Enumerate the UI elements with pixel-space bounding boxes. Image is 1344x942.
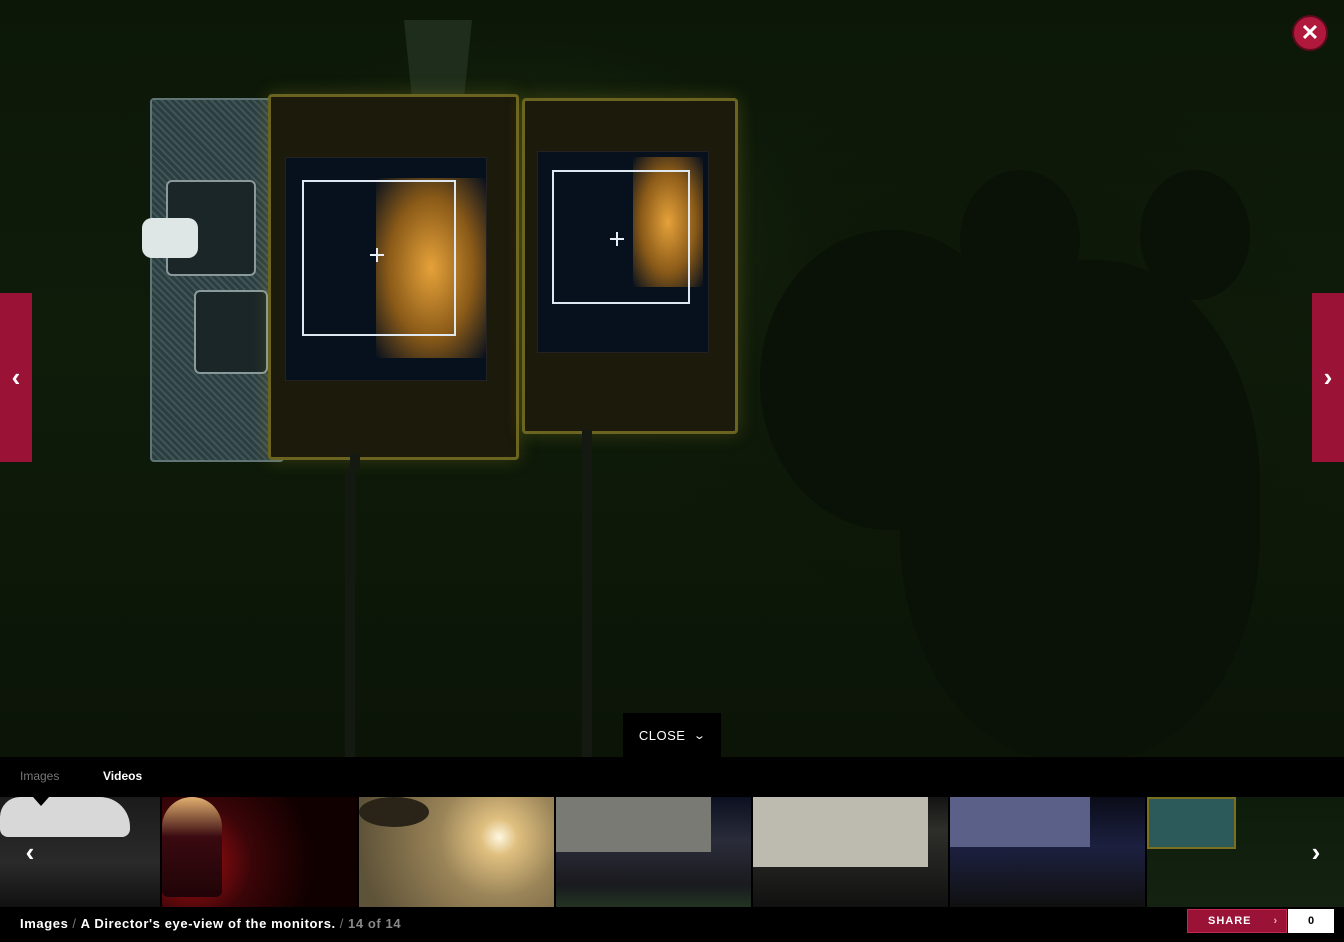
rig-knob xyxy=(142,218,198,258)
monitor-screen xyxy=(537,151,709,353)
breadcrumb-separator: / xyxy=(72,916,77,931)
monitor-stand xyxy=(582,430,592,757)
thumbnail-mansion xyxy=(950,797,1090,847)
previous-image-button[interactable]: ‹ xyxy=(0,293,32,462)
breadcrumb-separator: / xyxy=(339,916,344,931)
breadcrumb: Images / A Director's eye-view of the moni… xyxy=(20,916,401,931)
image-caption: A Director's eye-view of the monitors. xyxy=(80,916,336,931)
monitor-right xyxy=(522,98,738,434)
chevron-left-icon: ‹ xyxy=(25,836,35,867)
monitor-rig xyxy=(142,90,745,470)
rig-plate xyxy=(194,290,268,374)
thumbnails-next-button[interactable]: › xyxy=(1296,797,1336,907)
next-image-button[interactable]: › xyxy=(1312,293,1344,462)
monitor-stand xyxy=(345,470,355,757)
gallery-main-image xyxy=(0,0,1344,757)
crosshair xyxy=(610,232,624,246)
share-label: SHARE xyxy=(1208,915,1252,927)
close-x-icon: ✕ xyxy=(1300,20,1320,45)
thumbnails-previous-button[interactable]: ‹ xyxy=(10,797,50,907)
share-count: 0 xyxy=(1288,909,1334,933)
chevron-right-icon: › xyxy=(1311,836,1321,867)
background-figure xyxy=(900,260,1260,757)
thumbnail-mansion xyxy=(556,797,711,852)
thumbnail-monitors xyxy=(1147,797,1236,849)
monitor-left xyxy=(268,94,519,460)
close-gallery-button[interactable]: ✕ xyxy=(1292,15,1328,51)
thumbnail[interactable] xyxy=(162,797,357,907)
thumbnail-mansion xyxy=(753,797,928,867)
chevron-down-icon: ⌄ xyxy=(693,729,708,742)
chevron-left-icon: ‹ xyxy=(11,362,21,392)
monitor-screen xyxy=(285,157,487,381)
chevron-right-icon: › xyxy=(1323,362,1333,392)
rig-case xyxy=(142,98,284,462)
thumbnail[interactable] xyxy=(950,797,1145,907)
background-figure xyxy=(1140,170,1250,300)
thumbnail-helicopter xyxy=(359,797,429,827)
thumbnail[interactable] xyxy=(359,797,554,907)
coffee-cup xyxy=(404,20,472,100)
tab-images[interactable]: Images xyxy=(20,769,59,783)
caption-bar: Images / A Director's eye-view of the moni… xyxy=(0,907,1344,942)
thumbnail[interactable] xyxy=(556,797,751,907)
background-figure xyxy=(960,170,1080,310)
close-thumbnails-label: CLOSE xyxy=(638,727,686,743)
chevron-right-icon: › xyxy=(1273,915,1279,927)
thumbnail-strip xyxy=(0,797,1344,907)
breadcrumb-section[interactable]: Images xyxy=(20,916,68,931)
share-button[interactable]: SHARE › xyxy=(1187,909,1287,933)
thumbnail-figure xyxy=(162,797,222,897)
image-counter: 14 of 14 xyxy=(347,916,402,931)
media-tabs: Images Videos xyxy=(0,757,1344,797)
tab-videos[interactable]: Videos xyxy=(103,769,142,783)
close-thumbnails-button[interactable]: CLOSE ⌄ xyxy=(623,713,721,757)
monitor-stand xyxy=(350,454,360,470)
thumbnail[interactable] xyxy=(753,797,948,907)
crosshair xyxy=(370,248,384,262)
